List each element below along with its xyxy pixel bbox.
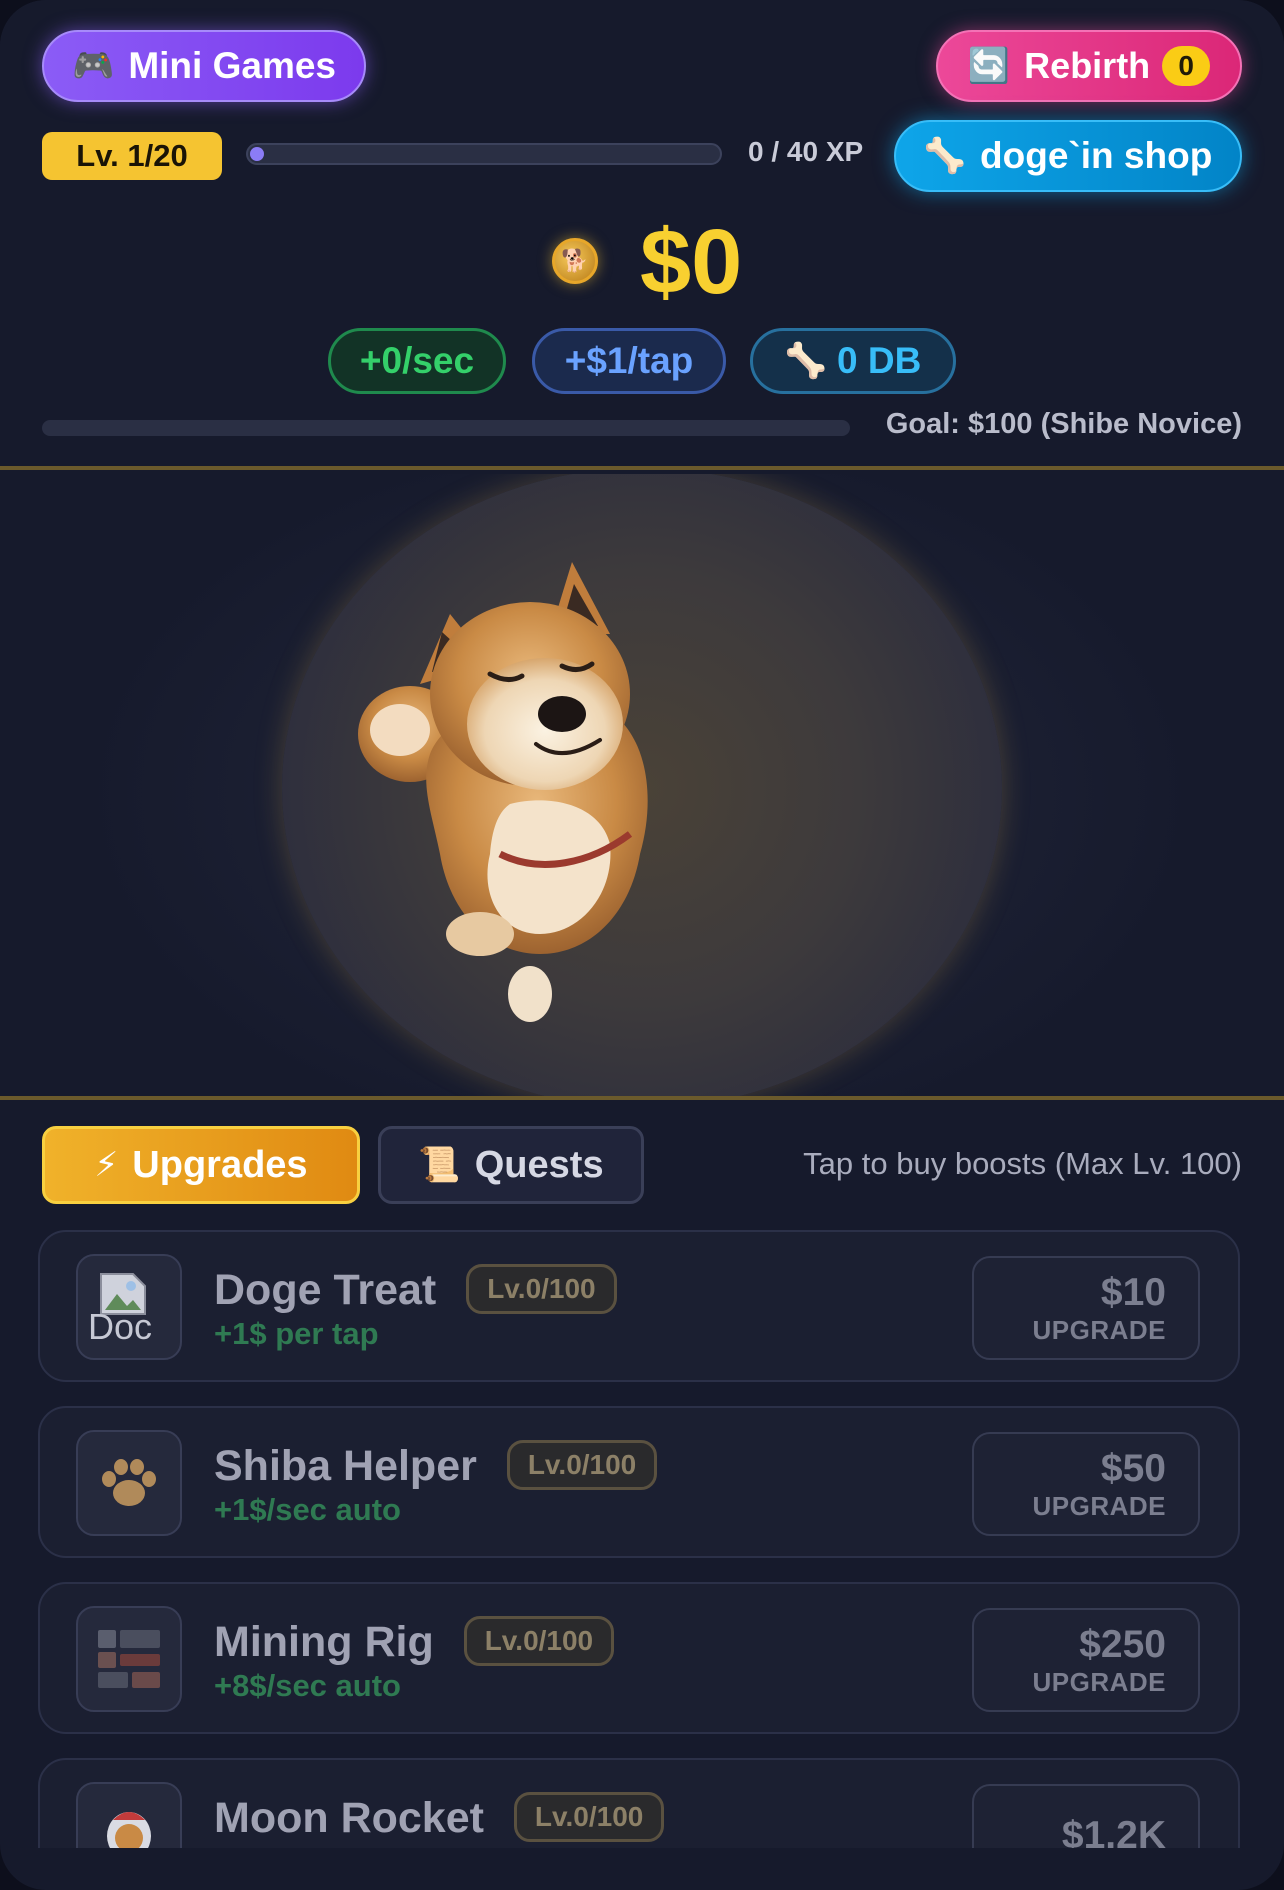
doge-coin-icon: 🐕	[552, 238, 598, 284]
mini-games-label: Mini Games	[128, 45, 337, 86]
balance-value: $0	[640, 211, 743, 313]
upgrade-action-label: UPGRADE	[1032, 1314, 1166, 1345]
tap-arena[interactable]	[0, 474, 1284, 1096]
shop-label: doge`in shop	[980, 135, 1213, 176]
paw-icon	[76, 1430, 182, 1536]
db-stat: 🦴 0 DB	[750, 328, 956, 394]
doge-character-image[interactable]	[340, 554, 760, 1024]
upgrade-price: $250	[1079, 1622, 1166, 1666]
gamepad-icon: 🎮	[71, 47, 115, 85]
upgrade-card-shiba-helper[interactable]: Shiba Helper Lv.0/100 +1$/sec auto $50 U…	[38, 1406, 1240, 1558]
goal-text: Goal: $100 (Shibe Novice)	[885, 408, 1242, 440]
upgrade-price: $10	[1100, 1270, 1166, 1314]
header: 🎮 Mini Games 🔄 Rebirth 0 Lv. 1/20 0 / 40…	[0, 0, 1284, 470]
upgrade-card-moon-rocket[interactable]: Moon Rocket Lv.0/100 $1.2K	[38, 1758, 1240, 1848]
broken-image-alt-text: Doc	[88, 1306, 153, 1347]
upgrade-level-badge: Lv.0/100	[506, 1440, 658, 1490]
upgrade-buy-button[interactable]: $250 UPGRADE	[972, 1608, 1200, 1712]
upgrade-effect: +8$/sec auto	[214, 1668, 401, 1703]
upgrade-price: $50	[1100, 1446, 1166, 1490]
rebirth-label: Rebirth	[1024, 45, 1151, 86]
upgrade-action-label: UPGRADE	[1032, 1666, 1166, 1697]
bone-icon: 🦴	[784, 342, 828, 380]
upgrade-buy-button[interactable]: $50 UPGRADE	[972, 1432, 1200, 1536]
upgrade-buy-button[interactable]: $1.2K	[972, 1784, 1200, 1848]
upgrade-price: $1.2K	[1061, 1814, 1166, 1848]
broken-image-icon: Doc	[76, 1254, 182, 1360]
xp-progress-bar	[246, 143, 722, 165]
upgrade-name-text: Doge Treat	[214, 1266, 437, 1314]
level-badge: Lv. 1/20	[42, 132, 222, 180]
tab-upgrades[interactable]: ⚡ Upgrades	[42, 1126, 360, 1204]
per-second-stat: +0/sec	[328, 328, 506, 394]
upgrade-name: Mining Rig Lv.0/100	[214, 1616, 615, 1667]
upgrade-action-label: UPGRADE	[1032, 1490, 1166, 1521]
upgrade-effect: +1$ per tap	[214, 1316, 379, 1351]
rebirth-count-badge: 0	[1162, 46, 1211, 86]
upgrade-name-text: Mining Rig	[214, 1618, 434, 1666]
upgrade-name: Shiba Helper Lv.0/100	[214, 1440, 658, 1491]
divider	[0, 1096, 1284, 1100]
tab-quests-label: Quests	[474, 1143, 604, 1186]
tab-upgrades-label: Upgrades	[132, 1143, 308, 1186]
upgrade-buy-button[interactable]: $10 UPGRADE	[972, 1256, 1200, 1360]
db-value: 0 DB	[837, 340, 922, 381]
app-frame: 🎮 Mini Games 🔄 Rebirth 0 Lv. 1/20 0 / 40…	[0, 0, 1284, 1890]
scroll-icon: 📜	[418, 1146, 461, 1184]
per-tap-stat: +$1/tap	[532, 328, 726, 394]
upgrades-hint: Tap to buy boosts (Max Lv. 100)	[803, 1146, 1242, 1181]
upgrade-card-mining-rig[interactable]: Mining Rig Lv.0/100 +8$/sec auto $250 UP…	[38, 1582, 1240, 1734]
divider	[0, 466, 1284, 470]
upgrade-level-badge: Lv.0/100	[466, 1264, 617, 1314]
upgrade-list[interactable]: Doc Doge Treat Lv.0/100 +1$ per tap $10 …	[0, 1230, 1284, 1848]
xp-progress-fill	[250, 147, 264, 161]
bone-icon: 🦴	[923, 137, 967, 175]
upgrade-name-text: Shiba Helper	[214, 1442, 477, 1490]
upgrade-effect: +1$/sec auto	[214, 1492, 401, 1527]
rebirth-button[interactable]: 🔄 Rebirth 0	[936, 30, 1242, 102]
astronaut-doge-icon	[76, 1782, 182, 1848]
upgrade-name: Doge Treat Lv.0/100	[214, 1264, 617, 1315]
upgrade-name: Moon Rocket Lv.0/100	[214, 1792, 665, 1843]
upgrade-level-badge: Lv.0/100	[513, 1792, 665, 1842]
tab-quests[interactable]: 📜 Quests	[378, 1126, 644, 1204]
upgrade-name-text: Moon Rocket	[214, 1794, 484, 1842]
upgrade-level-badge: Lv.0/100	[463, 1616, 615, 1666]
rebirth-cycle-icon: 🔄	[967, 47, 1011, 85]
mining-rig-icon	[76, 1606, 182, 1712]
lightning-icon: ⚡	[94, 1146, 119, 1184]
mini-games-button[interactable]: 🎮 Mini Games	[42, 30, 366, 102]
shop-button[interactable]: 🦴 doge`in shop	[894, 120, 1242, 192]
upgrade-card-doge-treat[interactable]: Doc Doge Treat Lv.0/100 +1$ per tap $10 …	[38, 1230, 1240, 1382]
goal-progress-bar	[42, 420, 850, 436]
xp-text: 0 / 40 XP	[748, 136, 864, 167]
